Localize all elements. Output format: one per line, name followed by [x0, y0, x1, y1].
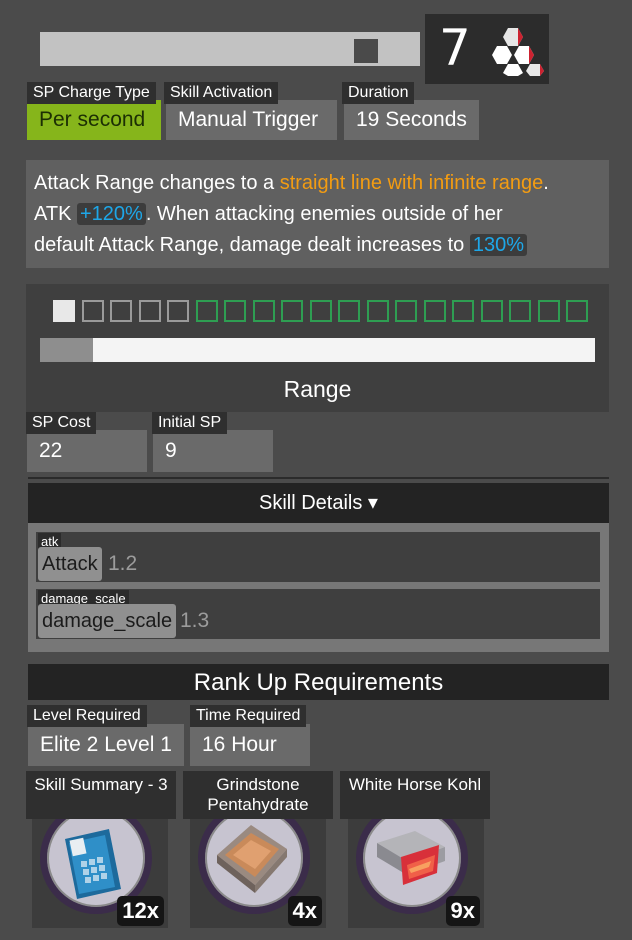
time-required-label: Time Required: [190, 705, 307, 727]
level-required-label: Level Required: [27, 705, 147, 727]
slider-thumb[interactable]: [354, 39, 378, 63]
material-title: Skill Summary - 3: [26, 771, 176, 819]
time-required-value: 16 Hour: [190, 724, 310, 766]
range-cell-active: [509, 300, 531, 322]
material-quantity: 9x: [445, 896, 480, 926]
range-cell-active: [480, 300, 503, 322]
range-cell: [138, 300, 161, 322]
sp-charge-type-label: SP Charge Type: [27, 82, 156, 104]
sp-charge-type-value: Per second: [27, 100, 161, 140]
skill-details-body: atk Attack 1.2 damage_scale damage_scale…: [28, 523, 609, 652]
param-row: damage_scale damage_scale 1.3: [36, 589, 600, 639]
desc-highlight: straight line with infinite range: [279, 172, 544, 194]
desc-text: default Attack Range, damage dealt incre…: [34, 234, 470, 256]
range-slider-thumb[interactable]: [40, 338, 93, 362]
range-cell-active: [452, 300, 474, 322]
material-grindstone[interactable]: 4x: [190, 812, 326, 928]
skill-activation-label: Skill Activation: [164, 82, 279, 104]
param-name: Attack: [38, 547, 102, 581]
skill-details-panel: Skill Details ▾ atk Attack 1.2 damage_sc…: [28, 477, 609, 652]
material-skill-summary[interactable]: 12x: [32, 812, 168, 928]
damage-bonus-value: 130%: [469, 234, 527, 256]
material-quantity: 4x: [287, 896, 322, 926]
level-required-value: Elite 2 Level 1: [28, 724, 184, 766]
range-scroll-slider[interactable]: [40, 338, 595, 362]
sp-cost-value: 22: [27, 430, 147, 472]
material-title: Grindstone Pentahydrate: [183, 771, 333, 819]
param-value: 1.2: [108, 552, 138, 575]
atk-bonus-value: +120%: [76, 203, 146, 225]
range-grid: [53, 300, 588, 324]
skill-description: Attack Range changes to a straight line …: [26, 160, 609, 268]
sp-cost-label: SP Cost: [26, 412, 97, 434]
param-name: damage_scale: [38, 604, 177, 638]
mastery-triangle-icon: [492, 28, 544, 76]
initial-sp-value: 9: [153, 430, 273, 472]
material-white-horse-kohl[interactable]: 9x: [348, 812, 484, 928]
range-cell: [81, 300, 104, 322]
range-cell-active: [423, 300, 446, 322]
duration-value: 19 Seconds: [344, 100, 479, 140]
param-row: atk Attack 1.2: [36, 532, 600, 582]
range-cell-active: [281, 300, 303, 322]
desc-text: Attack Range changes to a: [34, 172, 280, 194]
desc-text: . When attacking enemies outside of her: [145, 203, 503, 225]
skill-level-slider[interactable]: [40, 32, 420, 66]
range-cell-active: [224, 300, 246, 322]
range-cell: [110, 300, 132, 322]
range-cell-active: [395, 300, 417, 322]
range-cell-active: [537, 300, 560, 322]
duration-label: Duration: [342, 82, 415, 104]
param-value: 1.3: [180, 609, 210, 632]
range-cell-active: [338, 300, 360, 322]
range-cell-active: [252, 300, 275, 322]
range-panel: Range: [26, 284, 609, 412]
range-cell-self: [53, 300, 75, 322]
skill-rank-number: 7: [439, 19, 471, 77]
range-cell-active: [195, 300, 218, 322]
material-title: White Horse Kohl: [340, 771, 490, 819]
initial-sp-label: Initial SP: [152, 412, 228, 434]
material-quantity: 12x: [117, 896, 164, 926]
skill-rank-badge: 7: [425, 14, 549, 84]
range-cell-active: [366, 300, 389, 322]
rank-up-header: Rank Up Requirements: [28, 664, 609, 700]
skill-details-toggle[interactable]: Skill Details ▾: [28, 483, 609, 523]
skill-activation-value: Manual Trigger: [166, 100, 337, 140]
range-cell: [167, 300, 189, 322]
desc-text: .: [543, 172, 549, 194]
desc-text: ATK: [34, 203, 77, 225]
range-cell-active: [309, 300, 332, 322]
range-label: Range: [283, 376, 352, 402]
range-cell-active: [566, 300, 588, 322]
